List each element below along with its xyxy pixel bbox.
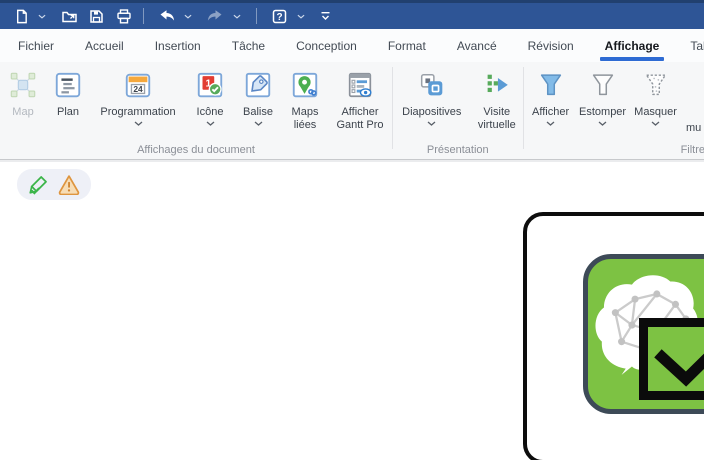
chevron-down-icon[interactable] [134,121,143,126]
redo-icon[interactable] [204,4,227,28]
ribbon-group-filtre: Afficher Estomper Masquer [524,62,704,159]
ribbon-button-maps-liees[interactable]: Maps liées [282,67,328,132]
tab-fichier[interactable]: Fichier [16,30,56,62]
mindmap-view-icon [7,69,39,101]
toolbar-separator [143,8,144,24]
ribbon-button-label: virtuelle [478,119,516,132]
tab-avance[interactable]: Avancé [455,30,499,62]
chevron-down-icon[interactable] [36,4,48,28]
ribbon-button-label: liées [294,119,317,132]
ribbon-button-balise[interactable]: Balise [234,67,282,126]
ribbon-button-label: Visite [483,106,510,119]
ribbon-button-label: Afficher [341,106,378,119]
ribbon-button-label: Estomper [579,106,626,119]
open-file-icon[interactable] [58,4,81,28]
mindmap-root-node[interactable] [523,212,704,460]
titlebar: ? [0,0,704,29]
svg-text:24: 24 [133,84,143,94]
toolbar-separator [256,8,257,24]
ribbon-group-affichages-du-document: Map Plan 24 Programmation [0,62,392,159]
ribbon-button-label: Balise [243,106,273,119]
ribbon-button-label: Afficher [532,106,569,119]
ribbon-tab-bar: Fichier Accueil Insertion Tâche Concepti… [0,29,704,62]
ribbon-button-label: Icône [197,106,224,119]
document-canvas[interactable] [0,163,704,460]
ribbon-button-label: Masquer [634,106,677,119]
new-document-icon[interactable] [10,4,32,28]
quick-access-toolbar: ? [10,4,334,28]
chevron-down-icon[interactable] [651,121,660,126]
filter-dim-icon [587,69,619,101]
ribbon-button-label: Map [12,106,33,119]
gantt-pro-eye-icon [344,69,376,101]
ribbon-button-filtre-estomper[interactable]: Estomper [576,67,630,126]
svg-text:?: ? [276,12,282,23]
linked-maps-icon [289,69,321,101]
filter-hide-icon [640,69,672,101]
ribbon-button-programmation[interactable]: 24 Programmation [90,67,186,126]
ribbon-button-diapositives[interactable]: Diapositives [393,67,471,126]
ribbon-button-label: Diapositives [402,106,461,119]
tab-revision[interactable]: Révision [526,30,576,62]
chevron-down-icon[interactable] [546,121,555,126]
chevron-down-icon[interactable] [295,4,307,28]
tag-icon [242,69,274,101]
tab-affichage[interactable]: Affichage [603,30,662,62]
clipped-ribbon-button-label: mu [686,122,701,134]
ribbon: Map Plan 24 Programmation [0,62,704,160]
ribbon-button-filtre-masquer[interactable]: Masquer [630,67,682,126]
help-icon[interactable]: ? [268,4,291,28]
ribbon-button-icone[interactable]: 1 Icône [186,67,234,126]
ribbon-button-label: Plan [57,106,79,119]
ribbon-button-label: Gantt Pro [336,119,383,132]
chevron-down-icon[interactable] [231,4,243,28]
undo-icon[interactable] [155,4,178,28]
tab-insertion[interactable]: Insertion [153,30,203,62]
ribbon-button-map[interactable]: Map [0,67,46,119]
virtual-tour-icon [481,69,513,101]
schedule-calendar-icon: 24 [122,69,154,101]
brain-logo [583,254,704,414]
checkmark-icon [648,327,704,391]
ribbon-button-label: Maps [292,106,319,119]
ribbon-button-filtre-afficher[interactable]: Afficher [526,67,576,126]
chevron-down-icon[interactable] [206,121,215,126]
warning-icon[interactable] [57,174,81,195]
app-window: ? Fichier Accueil Insertion Tâche Concep… [0,0,704,460]
ribbon-group-label: Filtre [681,144,704,156]
ribbon-button-plan[interactable]: Plan [46,67,90,119]
tab-tablette[interactable]: Tablette [688,30,704,62]
customize-quick-access-icon[interactable] [317,4,334,28]
tab-accueil[interactable]: Accueil [83,30,126,62]
slides-icon [416,69,448,101]
ribbon-button-afficher-gantt-pro[interactable]: Afficher Gantt Pro [328,67,392,132]
ribbon-group-presentation: Diapositives Visite virtuelle Présentati… [393,62,523,159]
spellcheck-ok-icon[interactable] [27,174,49,196]
ribbon-group-label: Présentation [393,144,523,156]
tab-format[interactable]: Format [386,30,428,62]
chevron-down-icon[interactable] [254,121,263,126]
outline-view-icon [52,69,84,101]
tab-conception[interactable]: Conception [294,30,359,62]
ribbon-button-visite-virtuelle[interactable]: Visite virtuelle [471,67,523,132]
chevron-down-icon[interactable] [427,121,436,126]
chevron-down-icon[interactable] [598,121,607,126]
save-icon[interactable] [85,4,108,28]
print-icon[interactable] [112,4,136,28]
ribbon-group-label: Affichages du document [0,144,392,156]
checkmark-box [639,318,704,400]
ribbon-button-label: Programmation [100,106,175,119]
icon-badge-icon: 1 [194,69,226,101]
tab-tache[interactable]: Tâche [230,30,267,62]
chevron-down-icon[interactable] [182,4,194,28]
document-status-indicators [17,169,91,200]
filter-show-icon [535,69,567,101]
